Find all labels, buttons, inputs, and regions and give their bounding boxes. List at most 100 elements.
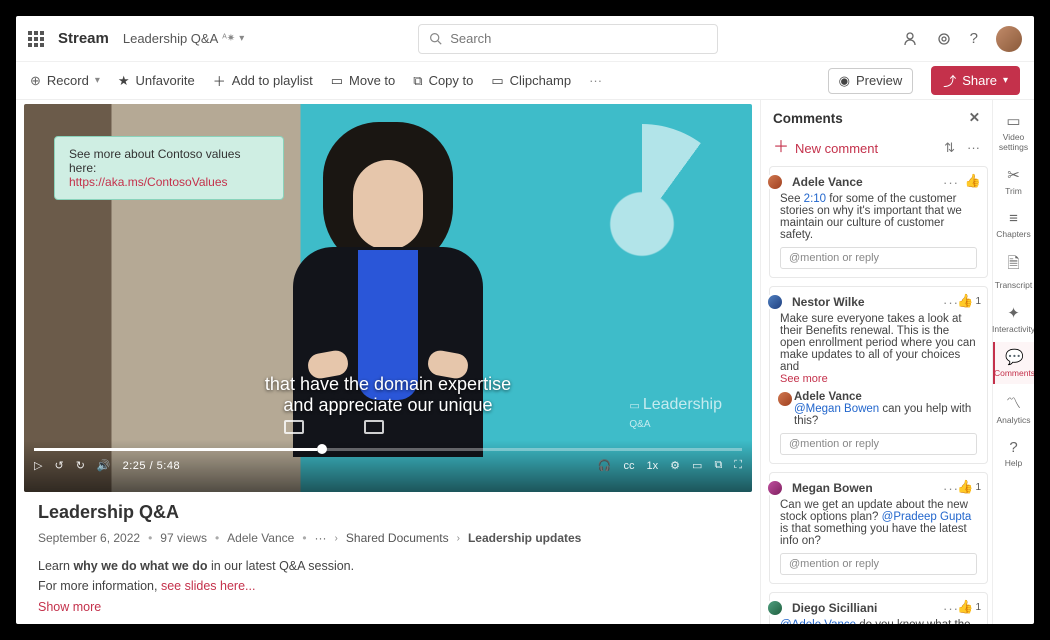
like-button[interactable]: 👍 bbox=[965, 173, 981, 189]
share-icon: ⤴ bbox=[943, 71, 956, 90]
rail-analytics[interactable]: 〽Analytics bbox=[993, 386, 1034, 431]
reply-author: Adele Vance bbox=[794, 391, 977, 403]
mention-link[interactable]: @Adele Vance bbox=[780, 619, 856, 624]
video-player[interactable]: See more about Contoso values here: http… bbox=[24, 104, 752, 492]
activity-icon[interactable] bbox=[902, 31, 918, 47]
callout-link[interactable]: https://aka.ms/ContosoValues bbox=[69, 175, 228, 189]
rail-comments[interactable]: 💬Comments bbox=[993, 342, 1034, 384]
close-icon[interactable]: ✕ bbox=[969, 110, 980, 126]
rail-help[interactable]: ?Help bbox=[993, 433, 1034, 474]
interactivity-icon: ✦ bbox=[1007, 304, 1020, 322]
comment-text: @Adele Vance do you know what the plan i… bbox=[780, 619, 977, 624]
mention-link[interactable]: @Megan Bowen bbox=[794, 403, 879, 415]
video-settings-icon: ▭ bbox=[1006, 112, 1020, 130]
interactive-callout[interactable]: See more about Contoso values here: http… bbox=[54, 136, 284, 200]
like-button[interactable]: 👍1 bbox=[957, 599, 981, 615]
unfavorite-button[interactable]: ★ Unfavorite bbox=[118, 73, 195, 89]
clipchamp-button[interactable]: ▭ Clipchamp bbox=[491, 73, 571, 89]
comment-text: Make sure everyone takes a look at their… bbox=[780, 313, 977, 373]
app-launcher-icon[interactable] bbox=[28, 31, 44, 47]
help-icon: ? bbox=[1009, 439, 1017, 456]
rail-interactivity[interactable]: ✦Interactivity bbox=[993, 298, 1034, 340]
headphones-icon[interactable]: 🎧 bbox=[598, 459, 612, 472]
more-actions-button[interactable]: ··· bbox=[589, 73, 602, 88]
comment-item: ··· 👍1 Diego Sicilliani @Adele Vance do … bbox=[769, 592, 988, 624]
reply-input[interactable]: @mention or reply bbox=[780, 553, 977, 575]
app-brand: Stream bbox=[58, 30, 109, 47]
mention-link[interactable]: @Pradeep Gupta bbox=[882, 511, 972, 523]
rail-chapters[interactable]: ≡Chapters bbox=[993, 204, 1034, 245]
chevron-down-icon: ▾ bbox=[239, 33, 244, 44]
closed-caption: that have the domain expertise and appre… bbox=[265, 374, 511, 416]
comment-more-icon[interactable]: ··· bbox=[943, 175, 959, 190]
doc-sensitivity-icon: ᴬ✷ bbox=[222, 33, 235, 44]
play-icon[interactable]: ▷ bbox=[34, 459, 42, 472]
comment-author: Diego Sicilliani bbox=[792, 601, 877, 615]
video-meta-row: September 6, 2022• 97 views• Adele Vance… bbox=[38, 531, 738, 545]
search-icon bbox=[429, 32, 442, 45]
help-icon[interactable]: ? bbox=[970, 30, 978, 47]
preview-button[interactable]: ◉ Preview bbox=[828, 68, 914, 94]
reply-input[interactable]: @mention or reply bbox=[780, 433, 977, 455]
record-button[interactable]: ⊕ Record ▾ bbox=[30, 73, 100, 89]
document-name[interactable]: Leadership Q&A ᴬ✷ ▾ bbox=[123, 31, 244, 46]
video-description: Learn why we do what we do in our latest… bbox=[38, 559, 738, 573]
slides-link[interactable]: see slides here... bbox=[161, 579, 256, 593]
rail-transcript[interactable]: 🗎Transcript bbox=[993, 247, 1034, 296]
comment-avatar bbox=[766, 173, 784, 191]
reply-input[interactable]: @mention or reply bbox=[780, 247, 977, 269]
analytics-icon: 〽 bbox=[1006, 392, 1021, 413]
rail-trim[interactable]: ✂Trim bbox=[993, 160, 1034, 202]
settings-icon[interactable] bbox=[936, 31, 952, 47]
video-description-2: For more information, see slides here... bbox=[38, 579, 738, 593]
comment-avatar bbox=[766, 293, 784, 311]
comment-item: ··· 👍1 Megan Bowen Can we get an update … bbox=[769, 472, 988, 584]
record-icon: ⊕ bbox=[30, 73, 41, 89]
pip-icon[interactable]: ⧉ bbox=[714, 459, 722, 472]
comments-panel: Comments ✕ ＋ New comment ⇅ ··· ··· 👍 Ade… bbox=[760, 100, 992, 624]
see-more-link[interactable]: See more bbox=[780, 373, 977, 385]
like-button[interactable]: 👍1 bbox=[957, 479, 981, 495]
scissors-icon: ✂ bbox=[1007, 166, 1020, 184]
reply-avatar bbox=[778, 392, 792, 406]
theater-icon[interactable]: ▭ bbox=[692, 459, 702, 472]
playback-speed[interactable]: 1x bbox=[647, 460, 659, 472]
timestamp-link[interactable]: 2:10 bbox=[804, 193, 826, 205]
video-title: Leadership Q&A bbox=[38, 502, 738, 523]
search-input[interactable]: Search bbox=[418, 24, 718, 54]
chapters-icon: ≡ bbox=[1009, 210, 1018, 227]
show-more-link[interactable]: Show more bbox=[38, 600, 101, 614]
new-comment-button[interactable]: New comment bbox=[795, 141, 878, 156]
comment-author: Megan Bowen bbox=[792, 481, 873, 495]
copy-to-button[interactable]: ⧉ Copy to bbox=[413, 73, 473, 89]
share-button[interactable]: ⤴ Share ▾ bbox=[931, 66, 1020, 95]
fullscreen-icon[interactable]: ⛶ bbox=[734, 459, 742, 472]
document-name-text: Leadership Q&A bbox=[123, 31, 218, 46]
sort-icon[interactable]: ⇅ bbox=[944, 140, 955, 156]
comment-author: Nestor Wilke bbox=[792, 295, 865, 309]
move-to-button[interactable]: ▭ Move to bbox=[331, 73, 396, 89]
add-to-playlist-button[interactable]: ＋ Add to playlist bbox=[213, 71, 313, 90]
gear-icon[interactable]: ⚙ bbox=[670, 459, 680, 472]
volume-icon[interactable]: 🔊 bbox=[97, 459, 111, 472]
comment-reply: Adele Vance @Megan Bowen can you help wi… bbox=[780, 391, 977, 427]
forward-10-icon[interactable]: ↻ bbox=[76, 459, 85, 472]
comment-item: ··· 👍 Adele Vance See 2:10 for some of t… bbox=[769, 166, 988, 278]
comment-more-icon[interactable]: ··· bbox=[967, 140, 980, 156]
folder-move-icon: ▭ bbox=[331, 73, 343, 89]
rail-video-settings[interactable]: ▭Video settings bbox=[993, 106, 1034, 158]
like-button[interactable]: 👍1 bbox=[957, 293, 981, 309]
clipchamp-icon: ▭ bbox=[491, 73, 503, 89]
user-avatar[interactable] bbox=[996, 26, 1022, 52]
rewind-10-icon[interactable]: ↺ bbox=[54, 459, 63, 472]
video-scrubber[interactable] bbox=[34, 448, 742, 451]
captions-icon[interactable]: cc bbox=[624, 460, 635, 472]
breadcrumb-item[interactable]: Leadership updates bbox=[468, 531, 581, 545]
copy-icon: ⧉ bbox=[413, 73, 422, 89]
star-icon: ★ bbox=[118, 73, 130, 89]
breadcrumb-item[interactable]: Shared Documents bbox=[346, 531, 449, 545]
meta-more-icon[interactable]: ··· bbox=[315, 531, 327, 545]
comment-text: See 2:10 for some of the customer storie… bbox=[780, 193, 977, 241]
comment-avatar bbox=[766, 479, 784, 497]
video-watermark: ▭ Leadership Q&A bbox=[629, 396, 722, 432]
